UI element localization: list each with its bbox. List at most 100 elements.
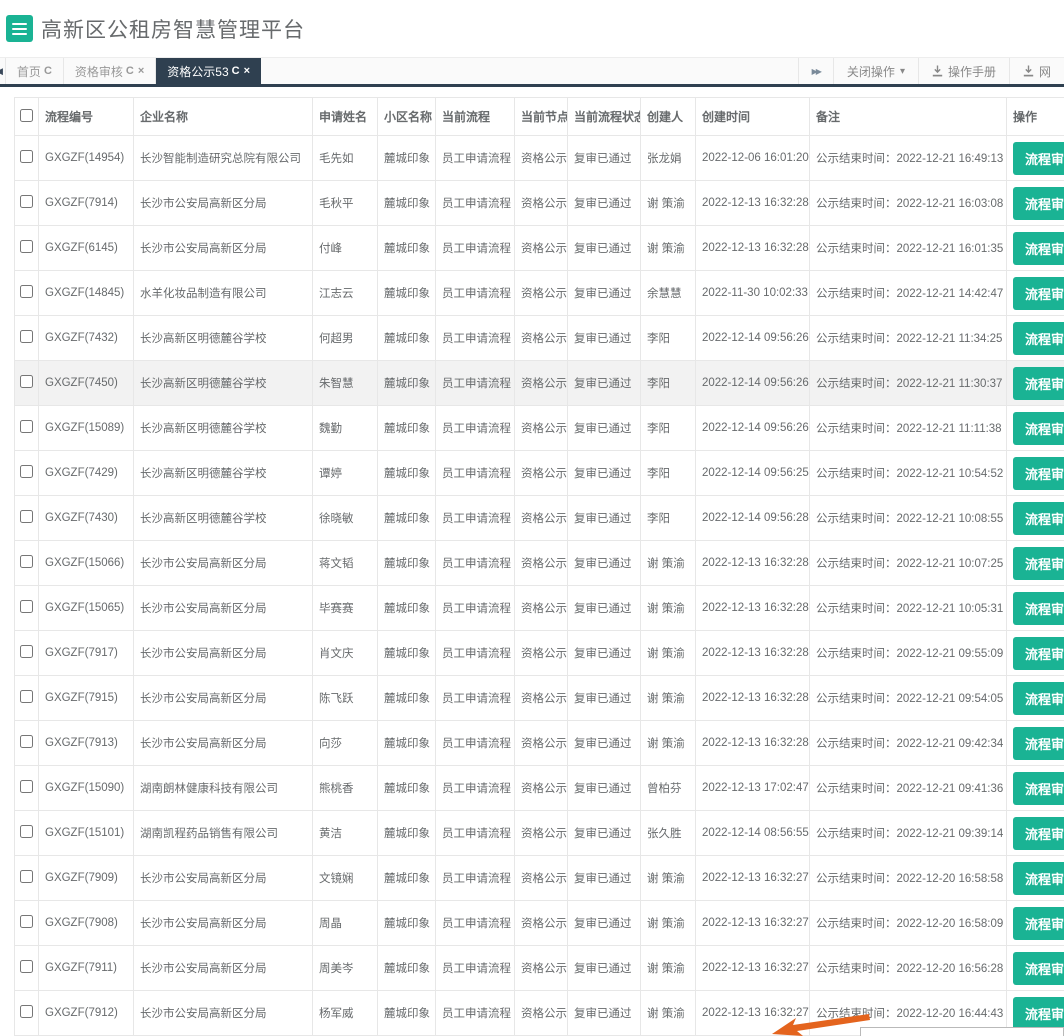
tab-home[interactable]: 首页 C — [4, 58, 64, 84]
row-select-cell — [14, 720, 39, 766]
tab-2[interactable]: 资格公示53 C × — [156, 58, 262, 84]
cell-community: 麓城印象 — [377, 900, 436, 946]
process-approve-button[interactable]: 流程审批 — [1013, 951, 1064, 985]
process-approve-button[interactable]: 流程审批 — [1013, 591, 1064, 625]
process-approve-button[interactable]: 流程审批 — [1013, 996, 1064, 1030]
row-checkbox[interactable] — [20, 645, 33, 658]
row-checkbox[interactable] — [20, 600, 33, 613]
cell-node: 资格公示 — [514, 945, 568, 991]
cell-applicant: 杨军威 — [312, 990, 378, 1036]
row-checkbox[interactable] — [20, 150, 33, 163]
row-checkbox[interactable] — [20, 825, 33, 838]
process-approve-button[interactable]: 流程审批 — [1013, 726, 1064, 760]
table-row: GXGZF(7913) 长沙市公安局高新区分局 向莎 麓城印象 员工申请流程 资格公示 复审… — [14, 720, 1064, 766]
row-checkbox[interactable] — [20, 870, 33, 883]
cell-community: 麓城印象 — [377, 135, 436, 181]
cell-community: 麓城印象 — [377, 495, 436, 541]
process-approve-button[interactable]: 流程审批 — [1013, 546, 1064, 580]
tab-1[interactable]: 资格审核 C × — [64, 58, 157, 84]
process-approve-button[interactable]: 流程审批 — [1013, 321, 1064, 355]
refresh-icon[interactable]: C — [232, 65, 240, 77]
net-label: 网 — [1038, 64, 1051, 79]
row-action-cell: 流程审批 — [1006, 180, 1064, 226]
cell-id: GXGZF(15066) — [38, 540, 134, 586]
net-download-button[interactable]: 网 — [1008, 58, 1064, 84]
select-all-checkbox[interactable] — [20, 108, 33, 122]
cell-flow: 员工申请流程 — [435, 720, 515, 766]
table-row: GXGZF(15065) 长沙市公安局高新区分局 毕赛赛 麓城印象 员工申请流程 资格公示… — [14, 585, 1064, 631]
cell-remark: 公示结束时间：2022-12-21 09:54:05 — [809, 675, 1007, 721]
process-approve-button[interactable]: 流程审批 — [1013, 231, 1064, 265]
row-action-cell: 流程审批 — [1006, 495, 1064, 541]
row-checkbox[interactable] — [20, 375, 33, 388]
process-approve-button[interactable]: 流程审批 — [1013, 501, 1064, 535]
row-checkbox[interactable] — [20, 420, 33, 433]
process-approve-button[interactable]: 流程审批 — [1013, 816, 1064, 850]
process-approve-button[interactable]: 流程审批 — [1013, 366, 1064, 400]
menu-toggle-button[interactable] — [6, 15, 33, 42]
cell-community: 麓城印象 — [377, 180, 436, 226]
cell-status: 复审已通过 — [567, 450, 641, 496]
row-select-cell — [14, 315, 39, 361]
refresh-icon[interactable]: C — [126, 65, 134, 77]
cell-creator: 余慧慧 — [640, 270, 696, 316]
cell-node: 资格公示 — [514, 540, 568, 586]
process-approve-button[interactable]: 流程审批 — [1013, 456, 1064, 490]
cell-node: 资格公示 — [514, 630, 568, 676]
row-checkbox[interactable] — [20, 510, 33, 523]
row-checkbox[interactable] — [20, 735, 33, 748]
process-approve-button[interactable]: 流程审批 — [1013, 141, 1064, 175]
cell-community: 麓城印象 — [377, 945, 436, 991]
cell-flow: 员工申请流程 — [435, 585, 515, 631]
row-select-cell — [14, 855, 39, 901]
row-checkbox[interactable] — [20, 960, 33, 973]
cell-node: 资格公示 — [514, 495, 568, 541]
cell-flow: 员工申请流程 — [435, 810, 515, 856]
cell-created: 2022-12-14 09:56:26 — [695, 405, 810, 451]
row-checkbox[interactable] — [20, 195, 33, 208]
close-icon[interactable]: × — [244, 65, 250, 77]
tab-bar: ◀ 首页C资格审核C×资格公示53C× ▶▶ 关闭操作 ▾ 操作手册 网 — [0, 57, 1064, 87]
row-checkbox[interactable] — [20, 285, 33, 298]
row-checkbox[interactable] — [20, 690, 33, 703]
process-approve-button[interactable]: 流程审批 — [1013, 906, 1064, 940]
cell-remark: 公示结束时间：2022-12-20 16:58:09 — [809, 900, 1007, 946]
refresh-icon[interactable]: C — [44, 65, 52, 77]
process-approve-button[interactable]: 流程审批 — [1013, 681, 1064, 715]
cell-id: GXGZF(15089) — [38, 405, 134, 451]
row-select-cell — [14, 945, 39, 991]
cell-community: 麓城印象 — [377, 585, 436, 631]
row-checkbox[interactable] — [20, 915, 33, 928]
cell-created: 2022-12-13 16:32:28 — [695, 675, 810, 721]
close-operations-dropdown[interactable]: 关闭操作 ▾ — [832, 58, 918, 84]
row-checkbox[interactable] — [20, 780, 33, 793]
row-checkbox[interactable] — [20, 555, 33, 568]
tab-label: 资格审核 — [74, 64, 123, 79]
cell-community: 麓城印象 — [377, 270, 436, 316]
process-approve-button[interactable]: 流程审批 — [1013, 861, 1064, 895]
cell-creator: 谢 策渝 — [640, 585, 696, 631]
process-approve-button[interactable]: 流程审批 — [1013, 276, 1064, 310]
row-select-cell — [14, 135, 39, 181]
tab-label: 资格公示53 — [167, 64, 229, 79]
close-icon[interactable]: × — [138, 65, 144, 77]
cell-community: 麓城印象 — [377, 990, 436, 1036]
process-approve-button[interactable]: 流程审批 — [1013, 636, 1064, 670]
close-operations-label: 关闭操作 — [846, 64, 895, 79]
manual-download-button[interactable]: 操作手册 — [917, 58, 1009, 84]
row-checkbox[interactable] — [20, 1005, 33, 1018]
process-approve-button[interactable]: 流程审批 — [1013, 771, 1064, 805]
row-checkbox[interactable] — [20, 465, 33, 478]
row-checkbox[interactable] — [20, 330, 33, 343]
cell-creator: 谢 策渝 — [640, 900, 696, 946]
column-header-1: 企业名称 — [133, 97, 313, 136]
cell-flow: 员工申请流程 — [435, 270, 515, 316]
row-checkbox[interactable] — [20, 240, 33, 253]
cell-remark: 公示结束时间：2022-12-21 09:41:36 — [809, 765, 1007, 811]
process-approve-button[interactable]: 流程审批 — [1013, 411, 1064, 445]
cell-status: 复审已通过 — [567, 270, 641, 316]
cell-created: 2022-12-13 16:32:28 — [695, 585, 810, 631]
scroll-tabs-right-button[interactable]: ▶▶ — [797, 58, 833, 84]
cell-creator: 曾柏芬 — [640, 765, 696, 811]
process-approve-button[interactable]: 流程审批 — [1013, 186, 1064, 220]
